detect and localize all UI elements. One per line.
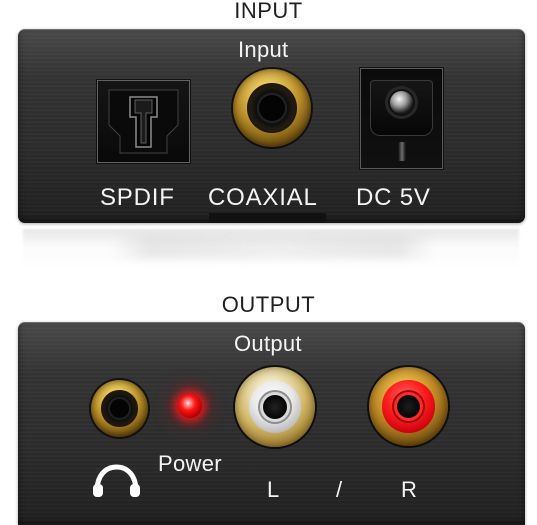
input-panel-label: Input <box>238 37 289 62</box>
channel-separator: / <box>336 477 343 502</box>
input-panel-foot <box>209 213 326 223</box>
right-channel-label: R <box>401 477 418 502</box>
input-panel: Input SPDIF COAXIAL DC 5V <box>18 29 525 223</box>
left-channel-label: L <box>267 477 280 502</box>
spdif-optical-port-icon <box>96 79 191 164</box>
input-panel-reflection-text <box>111 235 436 259</box>
output-heading: OUTPUT <box>221 292 316 317</box>
dc-power-pin <box>398 142 406 161</box>
right-rca-port-icon <box>369 367 448 446</box>
coaxial-label: COAXIAL <box>208 184 318 211</box>
power-label: Power <box>158 451 222 476</box>
coaxial-port-icon <box>233 69 311 147</box>
headphone-output-port-icon <box>91 380 148 437</box>
left-rca-port-icon <box>235 367 315 447</box>
product-ports-image: INPUT Input SPDIF COAXIAL DC 5V OUTPUT O… <box>0 0 537 525</box>
input-heading: INPUT <box>234 0 303 23</box>
spdif-optical-port-shape <box>96 79 191 164</box>
spdif-label: SPDIF <box>100 184 175 211</box>
output-panel-label: Output <box>234 331 302 356</box>
dc-power-jack-icon <box>360 68 443 169</box>
power-led-icon <box>178 394 202 418</box>
headphone-icon <box>93 464 140 497</box>
dc-5v-label: DC 5V <box>356 184 431 211</box>
